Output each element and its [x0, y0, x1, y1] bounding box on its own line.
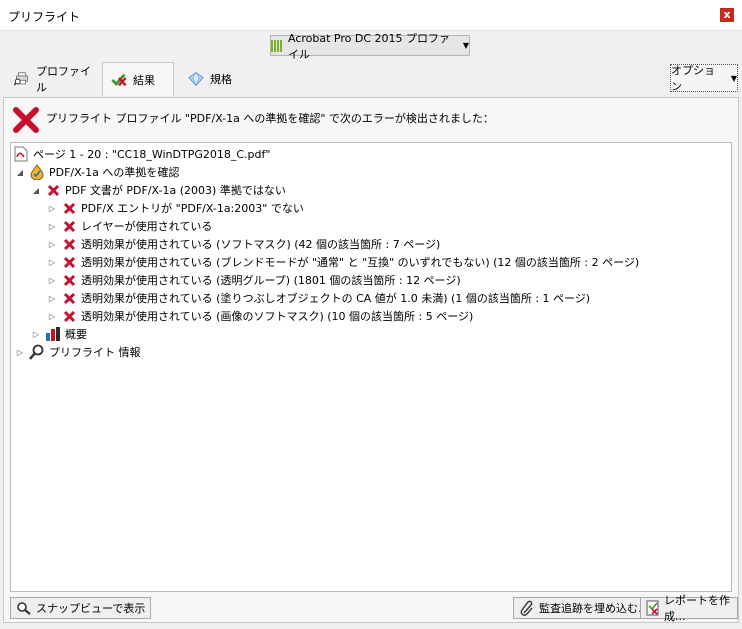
snap-view-button[interactable]: スナップビューで表示	[10, 597, 152, 619]
tree-item-label: 概要	[65, 328, 87, 341]
tree-item-error[interactable]: ▷ 透明効果が使用されている (ブレンドモードが "通常" と "互換" のいず…	[47, 253, 639, 271]
error-message-text: プリフライト プロファイル "PDF/X-1a への準拠を確認" で次のエラーが…	[46, 112, 494, 125]
embed-audit-trail-button[interactable]: 監査追跡を埋め込む...	[513, 597, 655, 619]
check-cross-icon	[111, 72, 127, 88]
tree-item-label: プリフライト 情報	[49, 346, 141, 359]
results-panel: プリフライト プロファイル "PDF/X-1a への準拠を確認" で次のエラーが…	[3, 97, 739, 623]
tree-item-error[interactable]: ▷ PDF/X エントリが "PDF/X-1a:2003" でない	[47, 199, 304, 217]
tree-item-label: PDF 文書が PDF/X-1a (2003) 準拠ではない	[65, 184, 286, 197]
tab-standards[interactable]: 規格	[180, 62, 250, 96]
collapsed-arrow-icon[interactable]: ▷	[47, 312, 57, 321]
close-button[interactable]: x	[720, 8, 734, 22]
tree-item-error[interactable]: ▷ 透明効果が使用されている (ソフトマスク) (42 個の該当箇所 : 7 ペ…	[47, 235, 440, 253]
tree-item-profile[interactable]: ◢ PDF/X-1a への準拠を確認	[15, 163, 179, 181]
embed-audit-trail-label: 監査追跡を埋め込む...	[539, 602, 649, 615]
tree-item-error[interactable]: ◢ PDF 文書が PDF/X-1a (2003) 準拠ではない	[31, 181, 286, 199]
preflight-droplet-icon	[29, 164, 45, 180]
diamond-icon	[188, 71, 204, 87]
tab-bar: プロファイル 結果 規格	[0, 62, 742, 96]
snap-view-label: スナップビューで表示	[36, 602, 146, 615]
tree-item-preflight-info[interactable]: ▷ プリフライト 情報	[15, 343, 141, 361]
error-x-icon	[61, 254, 77, 270]
error-x-icon	[61, 218, 77, 234]
tree-item-label: PDF/X-1a への準拠を確認	[49, 166, 180, 179]
tree-item-label: ページ 1 - 20 : "CC18_WinDTPG2018_C.pdf"	[33, 148, 271, 161]
collapsed-arrow-icon[interactable]: ▷	[47, 276, 57, 285]
error-x-icon	[61, 308, 77, 324]
error-x-icon	[61, 290, 77, 306]
bar-chart-icon	[45, 326, 61, 342]
tree-item-label: 透明効果が使用されている (画像のソフトマスク) (10 個の該当箇所 : 5 …	[81, 310, 474, 323]
magnifier-icon	[16, 600, 32, 616]
collapsed-arrow-icon[interactable]: ▷	[47, 222, 57, 231]
tree-item-label: レイヤーが使用されている	[81, 220, 213, 233]
error-message: プリフライト プロファイル "PDF/X-1a への準拠を確認" で次のエラーが…	[12, 106, 494, 137]
magnifier-icon	[29, 344, 45, 360]
tree-item-label: 透明効果が使用されている (ソフトマスク) (42 個の該当箇所 : 7 ページ…	[81, 238, 441, 251]
tab-standards-label: 規格	[210, 73, 232, 86]
results-tree[interactable]: ページ 1 - 20 : "CC18_WinDTPG2018_C.pdf" ◢ …	[10, 142, 732, 592]
chevron-down-icon: ▼	[730, 73, 737, 83]
paperclip-icon	[519, 600, 535, 616]
profile-dropdown-label: Acrobat Pro DC 2015 プロファイル	[288, 31, 451, 61]
error-x-icon	[61, 200, 77, 216]
report-icon	[646, 600, 660, 616]
tree-item-error[interactable]: ▷ 透明効果が使用されている (透明グループ) (1801 個の該当箇所 : 1…	[47, 271, 461, 289]
chevron-down-icon: ▼	[462, 41, 469, 50]
collapsed-arrow-icon[interactable]: ▷	[47, 294, 57, 303]
tree-item-label: PDF/X エントリが "PDF/X-1a:2003" でない	[81, 202, 304, 215]
big-error-icon	[12, 106, 40, 137]
options-button[interactable]: オプション ▼	[670, 64, 738, 93]
options-label: オプション	[671, 64, 715, 93]
tree-item-error[interactable]: ▷ 透明効果が使用されている (塗りつぶしオブジェクトの CA 値が 1.0 未…	[47, 289, 590, 307]
pdf-file-icon	[13, 146, 29, 162]
tree-item-label: 透明効果が使用されている (塗りつぶしオブジェクトの CA 値が 1.0 未満)…	[81, 292, 591, 305]
error-x-icon	[61, 236, 77, 252]
tab-profile-label: プロファイル	[36, 65, 91, 94]
acrobat-profile-icon	[271, 39, 282, 52]
window-title: プリフライト	[8, 10, 81, 24]
tree-item-label: 透明効果が使用されている (ブレンドモードが "通常" と "互換" のいずれで…	[81, 256, 640, 269]
tree-item-label: 透明効果が使用されている (透明グループ) (1801 個の該当箇所 : 12 …	[81, 274, 461, 287]
collapsed-arrow-icon[interactable]: ▷	[15, 348, 25, 357]
tree-item-error[interactable]: ▷ レイヤーが使用されている	[47, 217, 212, 235]
tree-item-file[interactable]: ページ 1 - 20 : "CC18_WinDTPG2018_C.pdf"	[13, 145, 270, 163]
title-bar: プリフライト x	[0, 0, 742, 31]
collapsed-arrow-icon[interactable]: ▷	[47, 258, 57, 267]
error-x-icon	[45, 182, 61, 198]
tab-results-label: 結果	[133, 73, 155, 87]
printer-magnifier-icon	[14, 71, 30, 87]
collapsed-arrow-icon[interactable]: ▷	[47, 240, 57, 249]
create-report-label: レポートを作成...	[664, 594, 730, 623]
collapsed-arrow-icon[interactable]: ▷	[47, 204, 57, 213]
error-x-icon	[61, 272, 77, 288]
expanded-arrow-icon[interactable]: ◢	[15, 168, 25, 177]
tab-profile[interactable]: プロファイル	[6, 62, 102, 96]
profile-dropdown[interactable]: Acrobat Pro DC 2015 プロファイル ▼	[270, 32, 470, 61]
tree-item-error[interactable]: ▷ 透明効果が使用されている (画像のソフトマスク) (10 個の該当箇所 : …	[47, 307, 473, 325]
tab-results[interactable]: 結果	[102, 62, 174, 96]
create-report-button[interactable]: レポートを作成...	[640, 594, 738, 623]
tree-item-summary[interactable]: ▷ 概要	[31, 325, 87, 343]
collapsed-arrow-icon[interactable]: ▷	[31, 330, 41, 339]
expanded-arrow-icon[interactable]: ◢	[31, 186, 41, 195]
